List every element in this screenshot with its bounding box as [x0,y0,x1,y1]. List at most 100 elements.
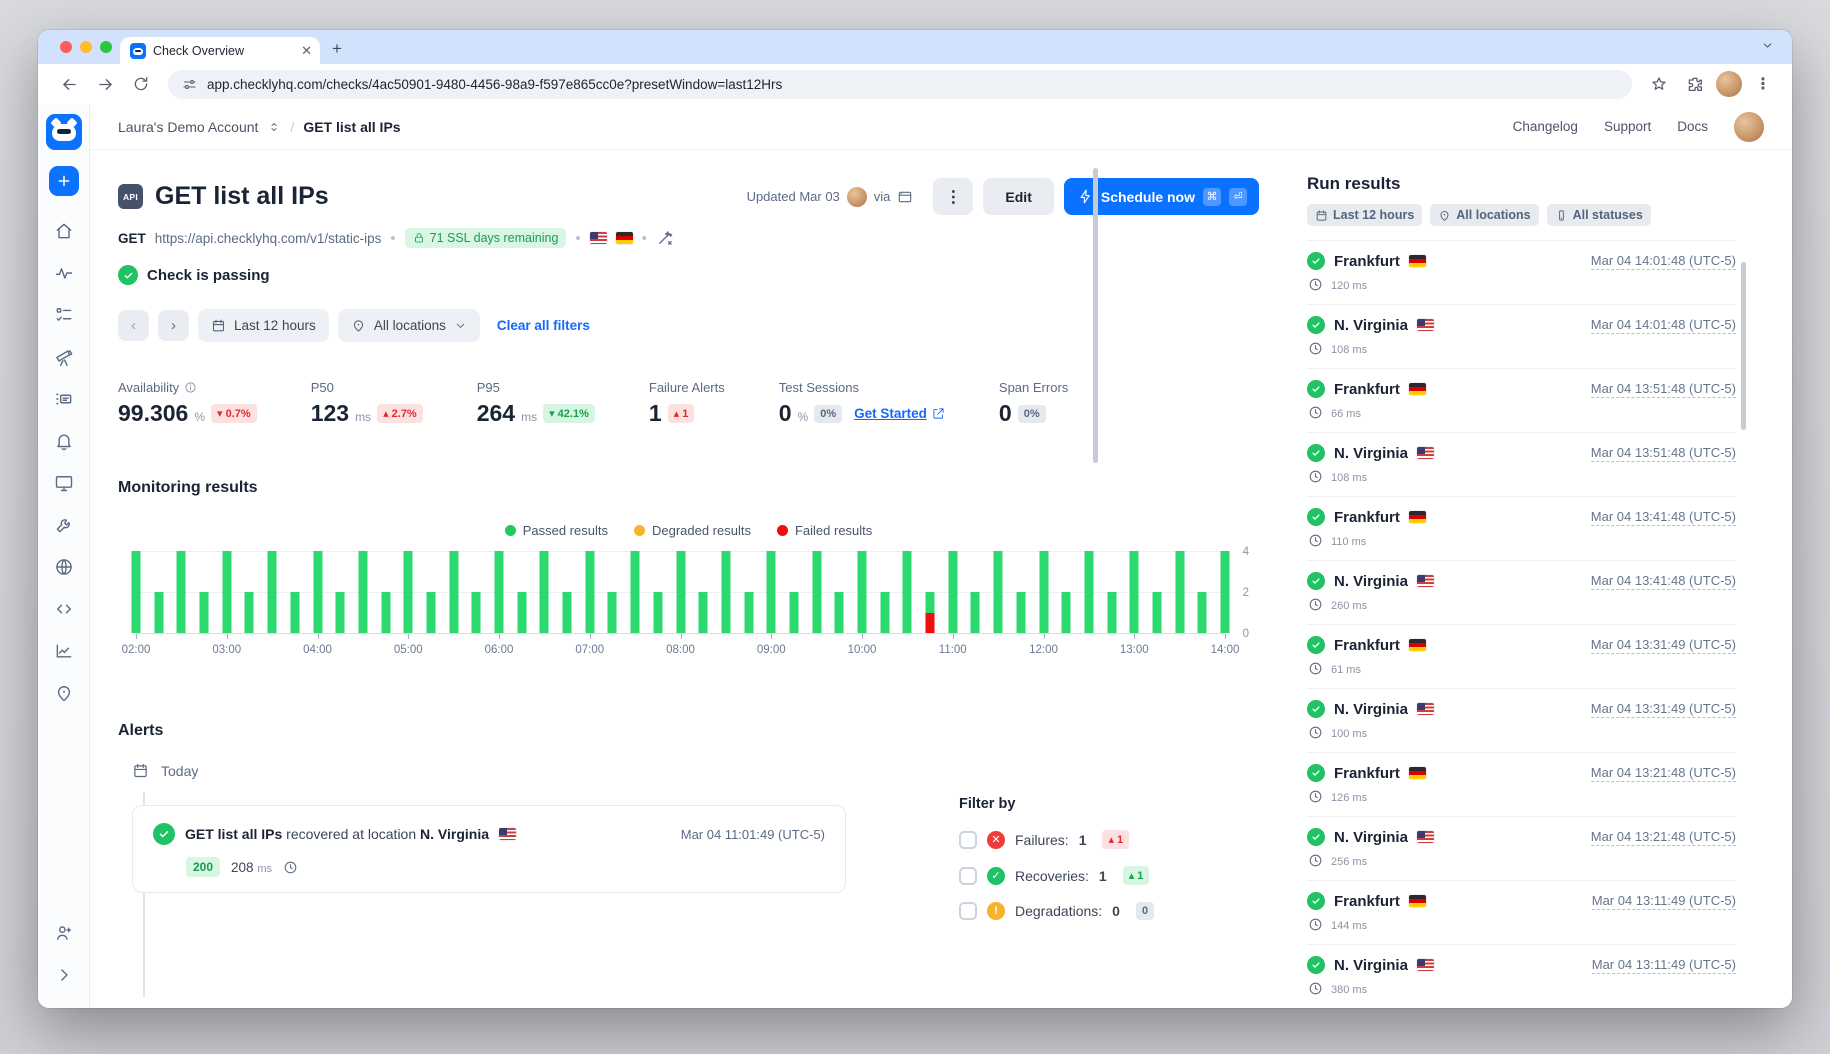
alert-card[interactable]: GET list all IPs recovered at location N… [132,805,846,893]
tab-close-icon[interactable]: ✕ [301,44,312,57]
breadcrumb-account[interactable]: Laura's Demo Account [118,119,258,135]
chart-bar[interactable] [381,592,390,633]
run-timestamp-link[interactable]: Mar 04 13:31:49 (UTC-5) [1591,637,1736,654]
clear-filters-link[interactable]: Clear all filters [497,318,590,333]
sidebar-item-list-detail[interactable] [43,378,85,420]
chart-bar[interactable] [880,592,889,633]
chart-bar[interactable] [290,592,299,633]
run-result-item[interactable]: FrankfurtMar 04 13:21:48 (UTC-5)126 ms [1307,753,1736,817]
chart-bar[interactable] [1130,551,1139,633]
get-started-link[interactable]: Get Started [854,406,945,421]
chart-bar[interactable] [653,592,662,633]
chart-bar[interactable] [744,592,753,633]
run-result-item[interactable]: N. VirginiaMar 04 14:01:48 (UTC-5)108 ms [1307,305,1736,369]
more-options-button[interactable]: ⋮ [933,178,973,215]
run-timestamp-link[interactable]: Mar 04 13:11:49 (UTC-5) [1592,893,1736,910]
chart-bar[interactable] [222,551,231,633]
chart-bar[interactable] [517,592,526,633]
chart-bar[interactable] [1175,551,1184,633]
chart-bar[interactable] [721,551,730,633]
chart-bar[interactable] [313,551,322,633]
edit-button[interactable]: Edit [983,178,1053,215]
url-bar[interactable]: app.checklyhq.com/checks/4ac50901-9480-4… [168,70,1632,99]
chart-bar[interactable] [699,592,708,633]
chart-bar[interactable] [835,592,844,633]
checkbox[interactable] [959,831,977,849]
chart-bar[interactable] [154,592,163,633]
run-timestamp-link[interactable]: Mar 04 13:41:48 (UTC-5) [1591,509,1736,526]
tab-strip-chevron-icon[interactable] [1761,39,1774,52]
run-result-item[interactable]: FrankfurtMar 04 14:01:48 (UTC-5)120 ms [1307,241,1736,305]
run-timestamp-link[interactable]: Mar 04 13:21:48 (UTC-5) [1591,829,1736,846]
sidebar-item-chart-line[interactable] [43,630,85,672]
chart-bar[interactable] [449,551,458,633]
run-result-item[interactable]: FrankfurtMar 04 13:31:49 (UTC-5)61 ms [1307,625,1736,689]
sidebar-item-user-plus[interactable] [43,912,85,954]
chart-bar[interactable] [631,551,640,633]
sidebar-item-wrench[interactable] [43,504,85,546]
chart-bar[interactable] [336,592,345,633]
run-timestamp-link[interactable]: Mar 04 13:51:48 (UTC-5) [1591,445,1736,462]
run-result-item[interactable]: N. VirginiaMar 04 13:51:48 (UTC-5)108 ms [1307,433,1736,497]
run-timestamp-link[interactable]: Mar 04 13:11:49 (UTC-5) [1592,957,1736,974]
reload-icon[interactable] [126,69,156,99]
site-info-icon[interactable] [182,77,197,92]
chart-bar[interactable] [994,551,1003,633]
chart-bar[interactable] [789,592,798,633]
chart-bar[interactable] [1062,592,1071,633]
minimize-window-button[interactable] [80,41,92,53]
chart-bar[interactable] [358,551,367,633]
sidebar-item-map-pin[interactable] [43,672,85,714]
sidebar-item-code[interactable] [43,588,85,630]
extensions-icon[interactable] [1680,69,1710,99]
run-result-item[interactable]: N. VirginiaMar 04 13:41:48 (UTC-5)260 ms [1307,561,1736,625]
chart-bar[interactable] [245,592,254,633]
checkbox[interactable] [959,867,977,885]
chart-bar[interactable] [676,551,685,633]
close-window-button[interactable] [60,41,72,53]
run-result-item[interactable]: FrankfurtMar 04 13:41:48 (UTC-5)110 ms [1307,497,1736,561]
chart-bar[interactable] [404,551,413,633]
chart-bar[interactable] [1152,592,1161,633]
changelog-link[interactable]: Changelog [1513,119,1578,134]
browser-tab[interactable]: Check Overview ✕ [120,37,320,64]
sidebar-item-home[interactable] [43,210,85,252]
checkly-logo[interactable] [46,114,82,150]
run-result-item[interactable]: N. VirginiaMar 04 13:21:48 (UTC-5)256 ms [1307,817,1736,881]
sidebar-item-monitor[interactable] [43,462,85,504]
browser-menu-icon[interactable]: ⋮ [1748,69,1778,99]
chart-bar[interactable] [563,592,572,633]
bookmark-star-icon[interactable] [1644,69,1674,99]
run-results-scrollbar[interactable] [1741,262,1746,430]
run-timestamp-link[interactable]: Mar 04 13:41:48 (UTC-5) [1591,573,1736,590]
sidebar-item-activity[interactable] [43,252,85,294]
url-text[interactable]: app.checklyhq.com/checks/4ac50901-9480-4… [207,77,1618,92]
chart-bar[interactable] [268,551,277,633]
user-avatar[interactable] [1734,112,1764,142]
new-tab-button[interactable]: + [332,40,342,57]
checkbox[interactable] [959,902,977,920]
chart-bar[interactable] [767,551,776,633]
maximize-window-button[interactable] [100,41,112,53]
sidebar-item-telescope[interactable] [43,336,85,378]
chart-bar[interactable] [177,551,186,633]
back-icon[interactable] [54,69,84,99]
chart-bar[interactable] [948,551,957,633]
chart-bar[interactable] [1221,551,1230,633]
run-timestamp-link[interactable]: Mar 04 14:01:48 (UTC-5) [1591,253,1736,270]
time-range-filter[interactable]: Last 12 hours [198,309,329,342]
run-result-item[interactable]: FrankfurtMar 04 13:51:48 (UTC-5)66 ms [1307,369,1736,433]
next-window-button[interactable]: › [158,310,189,341]
chart-bar[interactable] [1039,551,1048,633]
forward-icon[interactable] [90,69,120,99]
prev-window-button[interactable]: ‹ [118,310,149,341]
chart-bar[interactable] [1084,551,1093,633]
chart-bar[interactable] [540,551,549,633]
chart-bar[interactable] [1107,592,1116,633]
run-timestamp-link[interactable]: Mar 04 13:51:48 (UTC-5) [1591,381,1736,398]
chart-bar[interactable] [200,592,209,633]
chart-bar[interactable] [1198,592,1207,633]
sidebar-item-globe[interactable] [43,546,85,588]
run-result-item[interactable]: FrankfurtMar 04 13:11:49 (UTC-5)144 ms [1307,881,1736,945]
support-link[interactable]: Support [1604,119,1651,134]
